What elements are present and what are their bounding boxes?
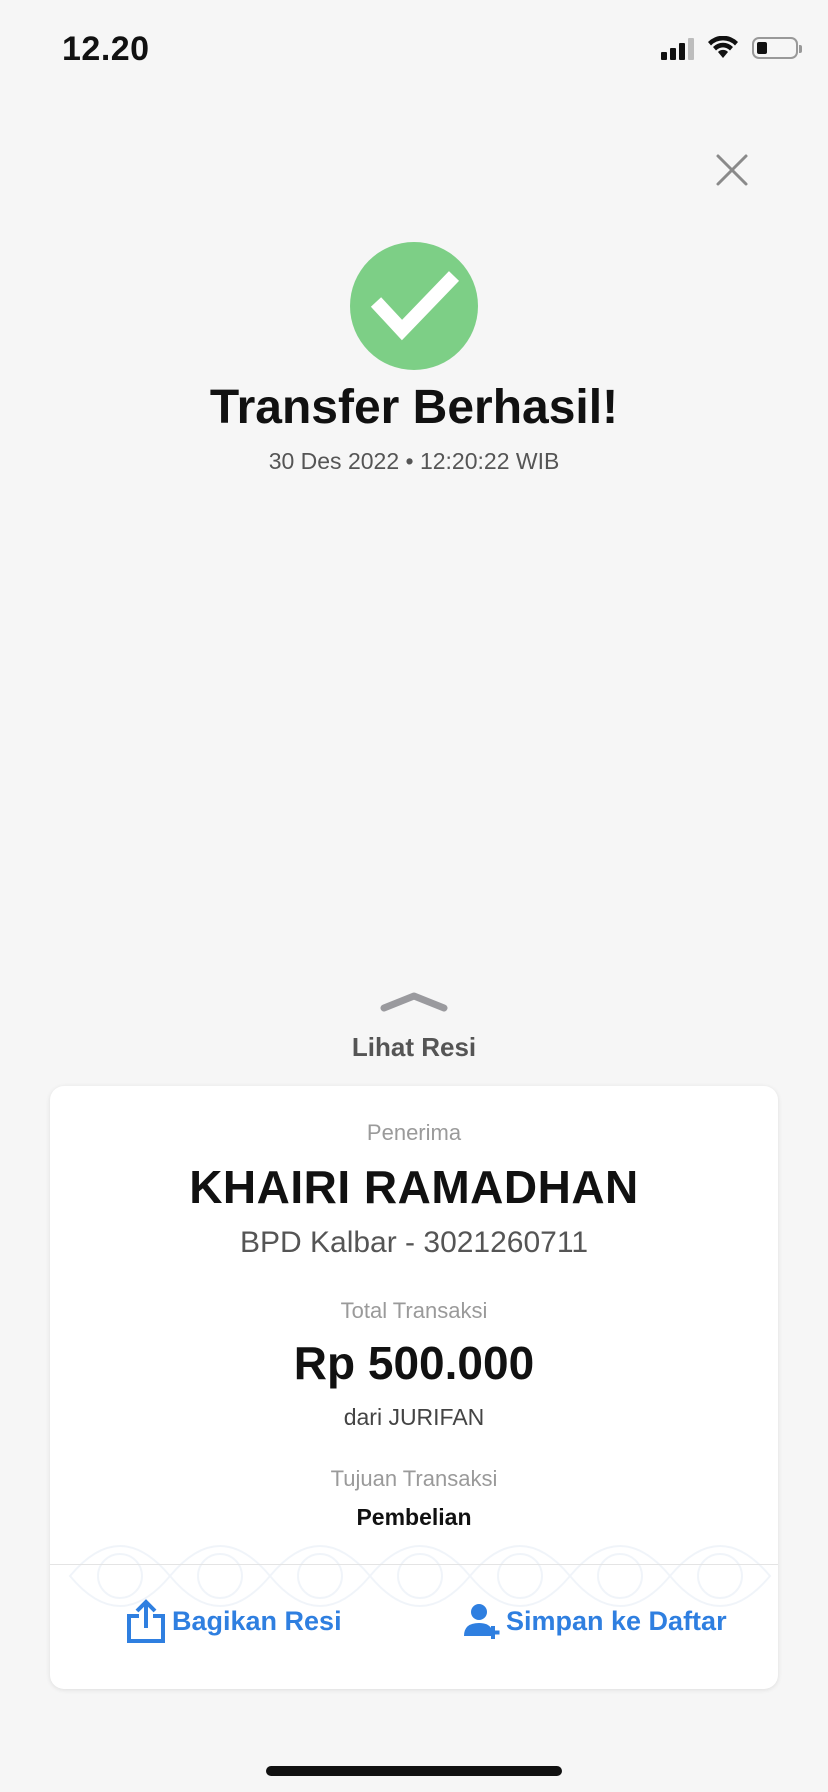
chevron-up-icon bbox=[380, 992, 448, 1012]
share-receipt-label: Bagikan Resi bbox=[172, 1605, 342, 1636]
status-time: 12.20 bbox=[62, 30, 150, 68]
status-bar: 12.20 bbox=[0, 0, 828, 100]
success-badge bbox=[350, 242, 478, 370]
share-icon bbox=[127, 1599, 165, 1643]
total-label: Total Transaksi bbox=[340, 1298, 488, 1323]
sender-name: dari JURIFAN bbox=[343, 1404, 485, 1430]
cellular-signal-icon bbox=[661, 36, 694, 60]
receipt-card: Penerima KHAIRI RAMADHAN BPD Kalbar - 30… bbox=[50, 1086, 778, 1689]
close-icon bbox=[716, 154, 748, 186]
recipient-name: KHAIRI RAMADHAN bbox=[189, 1161, 639, 1213]
purpose-value: Pembelian bbox=[356, 1504, 472, 1530]
recipient-account: BPD Kalbar - 3021260711 bbox=[239, 1226, 589, 1259]
success-title: Transfer Berhasil! bbox=[209, 381, 619, 434]
recipient-label: Penerima bbox=[366, 1120, 462, 1145]
checkmark-icon bbox=[370, 271, 460, 341]
divider bbox=[50, 1564, 778, 1565]
purpose-label: Tujuan Transaksi bbox=[330, 1466, 498, 1491]
total-amount: Rp 500.000 bbox=[293, 1337, 535, 1389]
home-indicator[interactable] bbox=[266, 1766, 562, 1776]
add-contact-icon bbox=[464, 1604, 500, 1639]
close-button[interactable] bbox=[712, 150, 752, 190]
battery-icon bbox=[752, 37, 802, 59]
view-receipt-button[interactable]: Lihat Resi bbox=[0, 1032, 828, 1063]
transaction-datetime: 30 Des 2022 • 12:20:22 WIB bbox=[268, 448, 560, 474]
save-to-list-button[interactable]: Simpan ke Daftar bbox=[464, 1596, 727, 1646]
status-icons bbox=[661, 36, 802, 60]
save-to-list-label: Simpan ke Daftar bbox=[506, 1605, 727, 1636]
expand-handle[interactable] bbox=[380, 990, 448, 1014]
share-receipt-button[interactable]: Bagikan Resi bbox=[126, 1596, 342, 1646]
wifi-icon bbox=[708, 36, 738, 58]
